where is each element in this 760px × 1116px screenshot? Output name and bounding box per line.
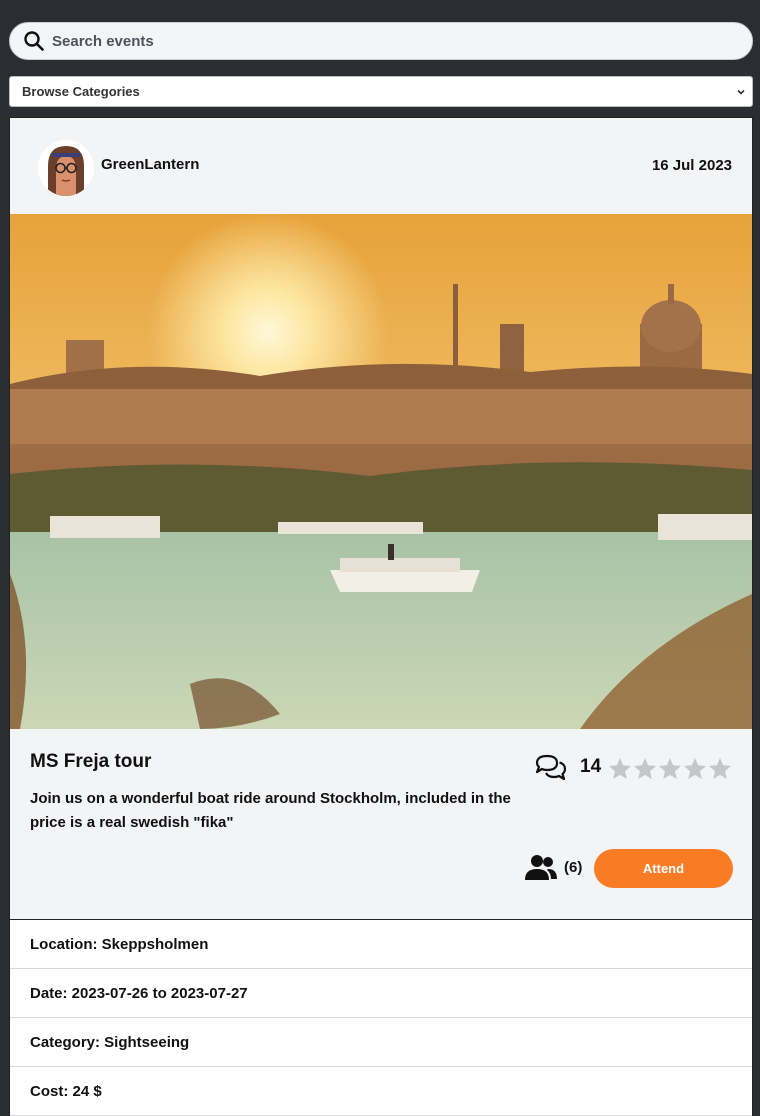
post-date: 16 Jul 2023 [651, 157, 732, 174]
star-icon-2[interactable] [633, 757, 657, 780]
event-photo [10, 214, 752, 729]
chevron-down-icon [736, 87, 746, 97]
category-select-value: Browse Categories [22, 84, 140, 99]
search-input[interactable] [52, 32, 712, 50]
author-username[interactable]: GreenLantern [101, 156, 199, 173]
detail-location: Location: Skeppsholmen [10, 920, 752, 969]
event-title: MS Freja tour [30, 751, 152, 772]
event-details: Location: Skeppsholmen Date: 2023-07-26 … [10, 919, 752, 1116]
star-rating[interactable] [608, 757, 732, 780]
event-description: Join us on a wonderful boat ride around … [30, 790, 511, 831]
avatar[interactable] [38, 140, 94, 196]
detail-cost: Cost: 24 $ [10, 1067, 752, 1116]
comments-icon [534, 753, 568, 781]
detail-date: Date: 2023-07-26 to 2023-07-27 [10, 969, 752, 1018]
attendees-indicator[interactable]: (6) [524, 853, 582, 881]
event-card: GreenLantern 16 Jul 2023 MS Freja tour J… [9, 117, 753, 1116]
detail-category: Category: Sightseeing [10, 1018, 752, 1067]
star-icon-1[interactable] [608, 757, 632, 780]
search-icon [24, 31, 44, 51]
comments-button[interactable]: 14 [534, 753, 601, 781]
attend-button[interactable]: Attend [594, 849, 733, 888]
users-icon [524, 853, 558, 881]
event-card-header: GreenLantern 16 Jul 2023 [10, 118, 752, 214]
search-bar[interactable] [9, 22, 753, 60]
attendee-count: (6) [564, 858, 583, 876]
star-icon-4[interactable] [683, 757, 707, 780]
comment-count: 14 [580, 756, 602, 777]
star-icon-3[interactable] [658, 757, 682, 780]
category-select[interactable]: Browse Categories [9, 76, 753, 107]
star-icon-5[interactable] [708, 757, 732, 780]
event-info: MS Freja tour Join us on a wonderful boa… [10, 729, 752, 919]
